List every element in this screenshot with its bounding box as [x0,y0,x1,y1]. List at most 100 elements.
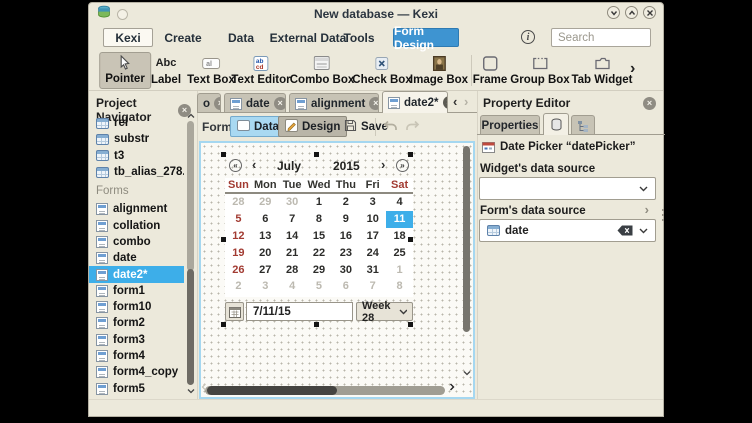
nav-item-form[interactable]: collation [89,217,184,233]
image-box-button[interactable]: Image Box [405,52,473,89]
selection-handle[interactable] [408,322,413,327]
day-cell[interactable]: 1 [386,261,413,278]
nav-item-table[interactable]: substr [89,131,184,147]
day-cell-selected[interactable]: 11 [386,211,413,228]
vertical-scrollbar-thumb[interactable] [463,146,470,332]
day-cell[interactable]: 6 [332,278,359,295]
go-to-data-source-icon[interactable]: › [645,202,649,217]
day-cell[interactable]: 19 [225,244,252,261]
nav-item-table[interactable]: t3 [89,148,184,164]
scrollbar-thumb[interactable] [187,269,194,385]
day-cell[interactable]: 14 [279,228,306,245]
nav-item-form[interactable]: form4 [89,348,184,364]
day-cell[interactable]: 16 [332,228,359,245]
scroll-up-icon[interactable] [186,113,196,119]
tab-widget-tree[interactable] [571,115,595,135]
window-maximize-button[interactable] [625,6,638,19]
selection-handle[interactable] [314,152,319,157]
prev-month-icon[interactable]: ‹ [252,157,256,172]
scroll-left-icon[interactable] [201,378,207,396]
nav-item-form[interactable]: form4_copy [89,364,184,380]
day-cell[interactable]: 2 [332,194,359,211]
nav-item-form[interactable]: form2 [89,315,184,331]
search-input[interactable] [551,28,651,47]
day-cell[interactable]: 13 [252,228,279,245]
day-cell[interactable]: 7 [359,278,386,295]
nav-item-form[interactable]: date [89,250,184,266]
day-cell[interactable]: 1 [306,194,333,211]
doc-tab-date[interactable]: date × [224,93,286,113]
day-cell[interactable]: 26 [225,261,252,278]
clear-icon[interactable] [617,225,633,236]
day-cell[interactable]: 24 [359,244,386,261]
menu-tab-create[interactable]: Create [159,28,207,47]
menu-tab-kexi[interactable]: Kexi [103,28,153,47]
day-cell[interactable]: 7 [279,211,306,228]
day-cell[interactable]: 22 [306,244,333,261]
nav-item-form[interactable]: alignment [89,201,184,217]
info-icon[interactable]: i [521,30,535,44]
day-cell[interactable]: 28 [225,194,252,211]
menu-tab-form-design[interactable]: Form Design [393,28,459,47]
day-cell[interactable]: 17 [359,228,386,245]
day-cell[interactable]: 2 [225,278,252,295]
day-cell[interactable]: 9 [332,211,359,228]
pointer-button[interactable]: Pointer [99,52,151,89]
selection-handle[interactable] [221,322,226,327]
next-month-icon[interactable]: › [381,157,385,172]
form-canvas[interactable]: « ‹ July 2015 › » Sun Mon Tue Wed Thu Fr… [199,141,475,399]
scrollbar-track-thumb[interactable] [187,121,194,271]
nav-item-form[interactable]: form3 [89,332,184,348]
selection-handle[interactable] [314,322,319,327]
day-cell[interactable]: 30 [279,194,306,211]
menu-tab-tools[interactable]: Tools [337,28,381,47]
day-cell[interactable]: 4 [386,194,413,211]
week-dropdown[interactable]: Week 28 [356,302,413,321]
day-cell[interactable]: 10 [359,211,386,228]
widget-data-source-combo[interactable] [479,177,656,200]
nav-item-form-selected[interactable]: date2* [89,266,184,282]
undo-icon[interactable] [383,120,398,138]
day-cell[interactable]: 12 [225,228,252,245]
day-cell[interactable]: 29 [306,261,333,278]
canvas-vertical-scrollbar[interactable] [461,145,472,383]
property-editor-close-icon[interactable]: × [643,97,656,110]
nav-item-form[interactable]: form5 [89,380,184,396]
day-cell[interactable]: 5 [225,211,252,228]
day-cell[interactable]: 5 [306,278,333,295]
tab-scroll-left-icon[interactable]: ‹ [453,94,457,109]
day-cell[interactable]: 8 [306,211,333,228]
day-cell[interactable]: 4 [279,278,306,295]
selection-handle[interactable] [408,152,413,157]
day-cell[interactable]: 15 [306,228,333,245]
day-cell[interactable]: 29 [252,194,279,211]
window-menu-button[interactable] [117,9,128,20]
prev-year-icon[interactable]: « [229,159,242,172]
day-cell[interactable]: 28 [279,261,306,278]
date-field[interactable]: 7/11/15 [246,302,353,321]
tab-scroll-right-icon[interactable]: › [464,94,468,109]
day-cell[interactable]: 23 [332,244,359,261]
window-shade-button[interactable] [607,6,620,19]
canvas-horizontal-scrollbar[interactable] [205,386,445,395]
panel-resize-grip[interactable] [662,209,664,223]
day-cell[interactable]: 31 [359,261,386,278]
window-close-button[interactable] [643,6,656,19]
day-cell[interactable]: 3 [359,194,386,211]
tab-close-icon[interactable]: × [369,97,379,110]
day-cell[interactable]: 8 [386,278,413,295]
nav-item-form[interactable]: form10 [89,299,184,315]
calendar-year-label[interactable]: 2015 [333,159,360,173]
selection-handle[interactable] [408,237,413,242]
calendar-popup-button[interactable] [225,302,244,321]
scroll-right-icon[interactable] [449,378,455,396]
next-year-icon[interactable]: » [396,159,409,172]
tab-data-source[interactable] [543,113,569,135]
redo-icon[interactable] [405,120,420,138]
calendar-month-label[interactable]: July [277,159,301,173]
scroll-down-icon[interactable] [463,363,471,381]
date-picker-widget[interactable]: « ‹ July 2015 › » Sun Mon Tue Wed Thu Fr… [225,156,413,326]
tab-close-icon[interactable]: × [274,97,286,110]
day-cell[interactable]: 21 [279,244,306,261]
day-cell[interactable]: 3 [252,278,279,295]
